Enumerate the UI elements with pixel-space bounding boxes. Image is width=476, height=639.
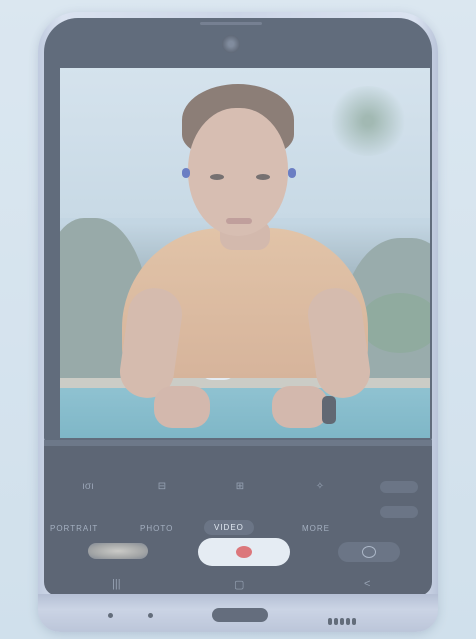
viewfinder-bush (360, 293, 430, 353)
sensor-dot-icon (148, 613, 153, 618)
back-button[interactable]: < (364, 578, 370, 590)
mode-photo[interactable]: PHOTO (140, 524, 173, 533)
usb-port (212, 608, 268, 622)
flash-icon[interactable]: ıσı (78, 482, 98, 492)
aspect-ratio-icon[interactable]: ⊞ (230, 482, 250, 492)
mode-video[interactable]: VIDEO (204, 520, 254, 535)
person-eye-right (256, 174, 270, 180)
settings-pill-icon[interactable] (380, 481, 418, 493)
earbud-left-icon (182, 168, 190, 178)
person-mouth (226, 218, 252, 224)
person-eye-left (210, 174, 224, 180)
timer-icon[interactable]: ⊟ (152, 482, 172, 492)
side-button (432, 130, 438, 182)
earpiece-speaker (200, 22, 262, 25)
mode-more[interactable]: MORE (302, 524, 330, 533)
person-fist-right (272, 386, 328, 428)
recents-button[interactable]: ||| (112, 578, 121, 590)
home-button[interactable]: ▢ (234, 578, 244, 591)
microphone-icon (108, 613, 113, 618)
motion-icon[interactable]: ✧ (310, 482, 330, 492)
record-dot-icon (236, 546, 252, 558)
viewfinder-palm (328, 86, 408, 156)
earbud-right-icon (288, 168, 296, 178)
record-button[interactable] (198, 538, 290, 566)
zoom-pill-icon[interactable] (380, 506, 418, 518)
gallery-thumbnail[interactable] (88, 543, 148, 559)
switch-camera-icon (362, 546, 376, 558)
switch-camera-button[interactable] (338, 542, 400, 562)
speaker-grill-icon (328, 612, 362, 625)
viewfinder-yoga-mat (60, 388, 430, 438)
camera-viewfinder[interactable] (60, 68, 430, 438)
person-fist-left (154, 386, 210, 428)
person-smartwatch (322, 396, 336, 424)
person-face (188, 108, 288, 236)
mode-portrait[interactable]: PORTRAIT (50, 524, 98, 533)
front-camera-icon (222, 35, 240, 53)
